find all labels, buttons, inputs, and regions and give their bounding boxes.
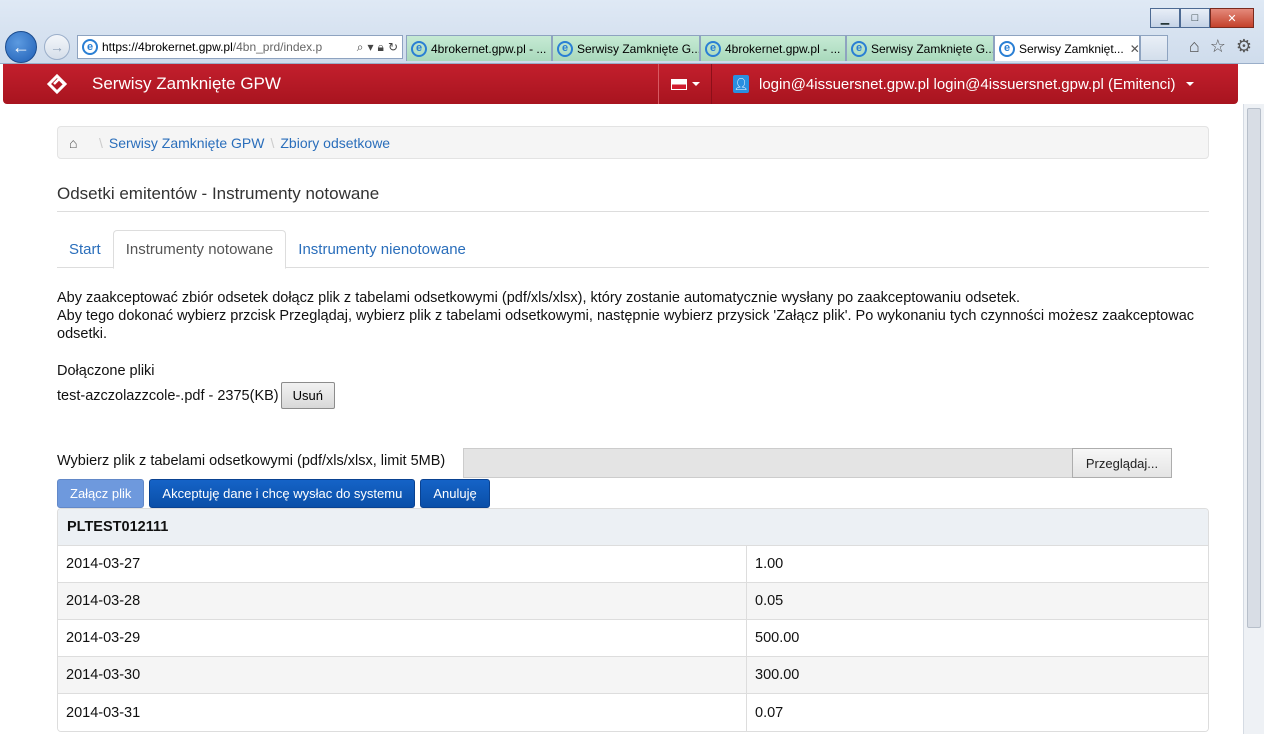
browser-tab-active[interactable]: e Serwisy Zamknięt... ✕ bbox=[994, 35, 1140, 61]
date-cell: 2014-03-30 bbox=[58, 657, 747, 693]
url-domain: gpw.pl bbox=[198, 40, 233, 54]
lock-icon[interactable]: 🔒︎ bbox=[378, 40, 384, 55]
table-row: 2014-03-31 0.07 bbox=[58, 694, 1208, 731]
date-cell: 2014-03-28 bbox=[58, 583, 747, 619]
action-buttons: Załącz plik Akceptuję dane i chcę wysłac… bbox=[57, 479, 490, 508]
browser-tab-title: Serwisy Zamknięte G... bbox=[871, 41, 994, 56]
info-line-1: Aby zaakceptować zbiór odsetek dołącz pl… bbox=[57, 290, 1021, 306]
tab-bar: Start Instrumenty notowane Instrumenty n… bbox=[57, 230, 1209, 269]
chevron-down-icon bbox=[1185, 82, 1194, 86]
home-icon[interactable]: ⌂ bbox=[69, 136, 83, 150]
breadcrumb: ⌂ \ Serwisy Zamknięte GPW \ Zbiory odset… bbox=[57, 126, 1209, 159]
brand-title[interactable]: Serwisy Zamknięte GPW bbox=[92, 74, 281, 94]
forward-arrow-icon[interactable]: → bbox=[44, 34, 70, 60]
app-navbar: Serwisy Zamknięte GPW 👤︎ login@4issuersn… bbox=[3, 64, 1238, 104]
table-body: 2014-03-27 1.00 2014-03-28 0.05 2014-03-… bbox=[58, 546, 1208, 731]
close-window-icon[interactable]: ✕ bbox=[1210, 8, 1254, 28]
cancel-button[interactable]: Anuluję bbox=[420, 479, 490, 508]
browser-tab[interactable]: e Serwisy Zamknięte G... bbox=[846, 35, 994, 61]
ie-icon: e bbox=[82, 39, 98, 55]
scrollbar-thumb[interactable] bbox=[1247, 108, 1261, 628]
attached-files-label: Dołączone pliki bbox=[57, 363, 155, 379]
ie-icon: e bbox=[851, 40, 867, 57]
gpw-logo-icon[interactable] bbox=[43, 73, 71, 95]
attach-file-button[interactable]: Załącz plik bbox=[57, 479, 145, 508]
file-path-input[interactable] bbox=[463, 448, 1073, 478]
date-cell: 2014-03-31 bbox=[58, 694, 747, 731]
table-row: 2014-03-27 1.00 bbox=[58, 546, 1208, 583]
tab-instrumenty-nienotowane[interactable]: Instrumenty nienotowane bbox=[286, 230, 478, 268]
minimize-icon[interactable]: ▁ bbox=[1150, 8, 1180, 28]
ie-icon: e bbox=[411, 40, 427, 57]
browse-button[interactable]: Przeglądaj... bbox=[1072, 448, 1172, 478]
date-cell: 2014-03-27 bbox=[58, 546, 747, 582]
favorites-star-icon[interactable]: ☆ bbox=[1210, 36, 1226, 57]
user-menu[interactable]: 👤︎ login@4issuersnet.gpw.pl login@4issue… bbox=[733, 64, 1194, 104]
info-text: Aby zaakceptować zbiór odsetek dołącz pl… bbox=[57, 289, 1197, 343]
breadcrumb-item-serwisy[interactable]: Serwisy Zamknięte GPW bbox=[109, 135, 265, 151]
attached-file-name: test-azczolazzcole-.pdf - 2375(KB) bbox=[57, 387, 279, 404]
value-cell: 1.00 bbox=[755, 556, 784, 572]
refresh-icon[interactable]: ↻ bbox=[388, 40, 398, 55]
dropdown-icon[interactable]: ▾ bbox=[368, 40, 374, 55]
address-bar[interactable]: e https://4brokernet.gpw.pl/4bn_prd/inde… bbox=[77, 35, 403, 59]
breadcrumb-separator: \ bbox=[99, 134, 103, 151]
address-tools: ⌕ ▾ 🔒︎ ↻ bbox=[353, 40, 402, 55]
user-icon: 👤︎ bbox=[733, 75, 749, 93]
info-line-2: Aby tego dokonać wybierz przcisk Przeglą… bbox=[57, 308, 1195, 342]
table-row: 2014-03-30 300.00 bbox=[58, 657, 1208, 694]
ie-icon: e bbox=[999, 40, 1015, 57]
file-input-label: Wybierz plik z tabelami odsetkowymi (pdf… bbox=[57, 453, 446, 469]
user-label: login@4issuersnet.gpw.pl login@4issuersn… bbox=[759, 75, 1176, 93]
value-cell: 500.00 bbox=[755, 630, 800, 646]
accept-button[interactable]: Akceptuję dane i chcę wysłac do systemu bbox=[149, 479, 416, 508]
browser-tab-title: Serwisy Zamknięt... bbox=[1019, 41, 1124, 56]
tab-start[interactable]: Start bbox=[57, 230, 113, 268]
home-icon[interactable]: ⌂ bbox=[1189, 36, 1200, 57]
settings-gear-icon[interactable]: ⚙ bbox=[1236, 36, 1252, 57]
close-tab-icon[interactable]: ✕ bbox=[1130, 42, 1139, 56]
url-rest: /4bn_prd/index.p bbox=[232, 40, 323, 54]
table-row: 2014-03-28 0.05 bbox=[58, 583, 1208, 620]
breadcrumb-item-zbiory[interactable]: Zbiory odsetkowe bbox=[280, 135, 390, 151]
interest-table: PLTEST012111 2014-03-27 1.00 2014-03-28 … bbox=[57, 508, 1209, 732]
address-url[interactable]: https://4brokernet.gpw.pl/4bn_prd/index.… bbox=[102, 40, 353, 54]
date-cell: 2014-03-29 bbox=[58, 620, 747, 656]
value-cell: 300.00 bbox=[755, 667, 800, 683]
browser-tab-title: 4brokernet.gpw.pl - ... bbox=[725, 41, 841, 56]
ie-icon: e bbox=[705, 40, 721, 57]
browser-tab[interactable]: e 4brokernet.gpw.pl - ... bbox=[406, 35, 552, 61]
polish-flag-icon bbox=[670, 78, 687, 90]
value-cell: 0.07 bbox=[755, 704, 784, 721]
browser-tab-title: Serwisy Zamknięte G... bbox=[577, 41, 700, 56]
browser-tab[interactable]: e Serwisy Zamknięte G... bbox=[552, 35, 700, 61]
chevron-down-icon bbox=[691, 82, 700, 86]
browser-tab[interactable]: e 4brokernet.gpw.pl - ... bbox=[700, 35, 846, 61]
new-tab-button[interactable] bbox=[1140, 35, 1168, 61]
divider bbox=[57, 211, 1209, 212]
table-header: PLTEST012111 bbox=[58, 509, 1208, 546]
table-row: 2014-03-29 500.00 bbox=[58, 620, 1208, 657]
vertical-scrollbar[interactable] bbox=[1243, 104, 1264, 734]
browser-chrome: ▁ □ ✕ ← → e https://4brokernet.gpw.pl/4b… bbox=[0, 0, 1264, 64]
attached-file-row: test-azczolazzcole-.pdf - 2375(KB) Usuń bbox=[57, 382, 335, 409]
window-controls: ▁ □ ✕ bbox=[1150, 8, 1254, 28]
remove-file-button[interactable]: Usuń bbox=[280, 382, 335, 409]
browser-tab-title: 4brokernet.gpw.pl - ... bbox=[431, 41, 547, 56]
ie-icon: e bbox=[557, 40, 573, 57]
maximize-icon[interactable]: □ bbox=[1180, 8, 1210, 28]
page-title: Odsetki emitentów - Instrumenty notowane bbox=[57, 184, 380, 203]
url-main: https://4brokernet. bbox=[102, 40, 199, 54]
value-cell: 0.05 bbox=[755, 593, 784, 609]
back-arrow-icon[interactable]: ← bbox=[5, 31, 37, 63]
browser-toolbar: ⌂ ☆ ⚙ bbox=[1189, 36, 1252, 57]
breadcrumb-separator: \ bbox=[270, 134, 275, 151]
tab-instrumenty-notowane[interactable]: Instrumenty notowane bbox=[112, 230, 287, 269]
browser-tabs: e 4brokernet.gpw.pl - ... e Serwisy Zamkni… bbox=[406, 35, 1168, 61]
search-icon[interactable]: ⌕ bbox=[357, 40, 364, 55]
language-selector[interactable] bbox=[658, 64, 712, 104]
